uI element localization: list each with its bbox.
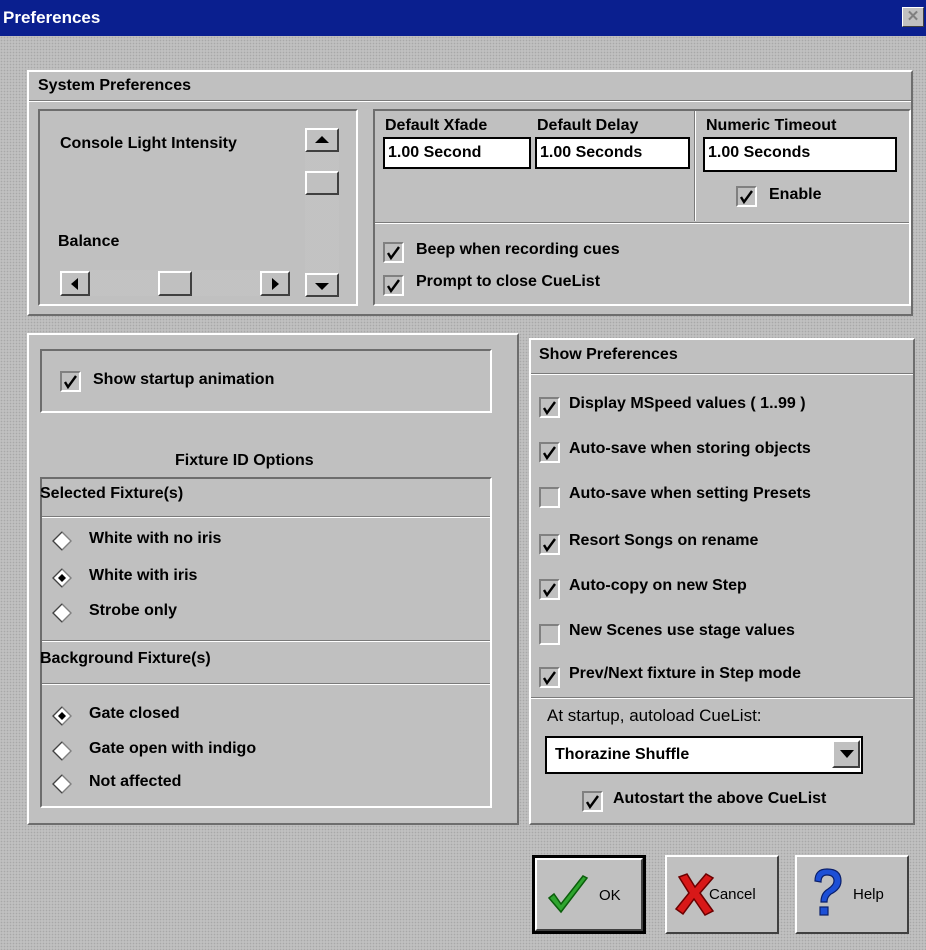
background-fixture-option-label: Gate closed (89, 705, 180, 722)
selected-fixture-radio[interactable] (52, 568, 72, 588)
cancel-label: Cancel (709, 886, 756, 903)
check-icon (386, 246, 400, 260)
selected-fixture-radio[interactable] (52, 603, 72, 623)
beep-label: Beep when recording cues (416, 241, 620, 258)
show-pref-checkbox[interactable] (539, 442, 560, 463)
checkmark-icon (547, 875, 589, 914)
console-light-scroll-thumb[interactable] (305, 171, 339, 195)
prompt-close-checkbox[interactable] (383, 275, 404, 296)
show-pref-checkbox[interactable] (539, 397, 560, 418)
autoload-dropdown-button[interactable] (832, 740, 860, 768)
show-pref-checkbox[interactable] (539, 667, 560, 688)
show-title-divider (531, 373, 913, 375)
balance-scroll-thumb[interactable] (158, 271, 192, 296)
check-icon (386, 279, 400, 293)
show-pref-label: Auto-copy on new Step (569, 577, 747, 594)
background-fixtures-title: Background Fixture(s) (40, 650, 211, 667)
selected-divider (42, 516, 490, 518)
show-startup-animation-checkbox[interactable] (60, 371, 81, 392)
ok-button[interactable]: OK (532, 855, 646, 934)
background-fixture-radio[interactable] (52, 774, 72, 794)
numeric-timeout-field[interactable]: 1.00 Seconds (703, 137, 897, 172)
default-delay-label: Default Delay (537, 117, 639, 134)
question-icon (814, 868, 842, 916)
check-icon (739, 190, 753, 204)
autoload-divider (531, 697, 913, 699)
preferences-window: Preferences ✕ System Preferences Console… (0, 0, 926, 950)
default-xfade-field[interactable]: 1.00 Second (383, 137, 531, 169)
autoload-label: At startup, autoload CueList: (547, 706, 762, 725)
title-bar: Preferences ✕ (0, 0, 926, 36)
show-pref-checkbox[interactable] (539, 534, 560, 555)
autostart-label: Autostart the above CueList (613, 790, 827, 807)
check-icon (542, 583, 556, 597)
check-icon (542, 538, 556, 552)
timeout-divider (694, 111, 696, 221)
fixture-id-panel (40, 477, 492, 808)
system-preferences-title: System Preferences (38, 77, 191, 94)
fixture-id-options-title: Fixture ID Options (175, 452, 314, 469)
check-icon (542, 671, 556, 685)
show-pref-label: Prev/Next fixture in Step mode (569, 665, 802, 682)
show-pref-label: Display MSpeed values ( 1..99 ) (569, 395, 806, 412)
prompt-close-label: Prompt to close CueList (416, 273, 601, 290)
scroll-up-button[interactable] (305, 128, 339, 152)
cancel-button[interactable]: Cancel (665, 855, 779, 934)
background-top-divider (42, 640, 490, 642)
show-pref-checkbox[interactable] (539, 487, 560, 508)
arrow-up-icon (315, 136, 329, 143)
check-icon (542, 446, 556, 460)
show-startup-animation-label: Show startup animation (93, 371, 275, 388)
selected-fixture-option-label: Strobe only (89, 602, 178, 619)
enable-label: Enable (769, 186, 822, 203)
arrow-down-icon (315, 283, 329, 290)
autoload-cuelist-select[interactable]: Thorazine Shuffle (545, 736, 863, 774)
scroll-down-button[interactable] (305, 273, 339, 297)
arrow-left-icon (71, 278, 78, 290)
help-button[interactable]: Help (795, 855, 909, 934)
enable-checkbox[interactable] (736, 186, 757, 207)
close-button[interactable]: ✕ (902, 7, 924, 27)
show-pref-checkbox[interactable] (539, 624, 560, 645)
arrow-right-icon (272, 278, 279, 290)
background-fixture-radio[interactable] (52, 706, 72, 726)
show-pref-label: Auto-save when storing objects (569, 440, 811, 457)
show-pref-label: New Scenes use stage values (569, 622, 795, 639)
balance-label: Balance (58, 233, 120, 250)
timing-divider (375, 222, 909, 224)
selected-fixtures-title: Selected Fixture(s) (40, 485, 184, 502)
background-divider (42, 683, 490, 685)
background-fixture-option-label: Not affected (89, 773, 182, 790)
autostart-checkbox[interactable] (582, 791, 603, 812)
autoload-cuelist-value: Thorazine Shuffle (555, 746, 690, 763)
show-pref-label: Resort Songs on rename (569, 532, 759, 549)
close-icon: ✕ (906, 8, 920, 25)
numeric-timeout-label: Numeric Timeout (706, 117, 837, 134)
background-fixture-radio[interactable] (52, 741, 72, 761)
scroll-left-button[interactable] (60, 271, 90, 296)
window-title: Preferences (3, 8, 101, 27)
check-icon (542, 401, 556, 415)
show-pref-checkbox[interactable] (539, 579, 560, 600)
check-icon (585, 795, 599, 809)
selected-fixture-radio[interactable] (52, 531, 72, 551)
default-delay-field[interactable]: 1.00 Seconds (535, 137, 690, 169)
check-icon (63, 375, 77, 389)
default-xfade-label: Default Xfade (385, 117, 488, 134)
selected-fixture-option-label: White with iris (89, 567, 198, 584)
scroll-right-button[interactable] (260, 271, 290, 296)
system-title-divider (29, 100, 911, 102)
selected-fixture-option-label: White with no iris (89, 530, 222, 547)
show-preferences-title: Show Preferences (539, 346, 678, 363)
beep-checkbox[interactable] (383, 242, 404, 263)
show-pref-label: Auto-save when setting Presets (569, 485, 811, 502)
help-label: Help (853, 886, 884, 903)
ok-label: OK (599, 887, 621, 904)
console-light-intensity-label: Console Light Intensity (60, 135, 237, 152)
background-fixture-option-label: Gate open with indigo (89, 740, 257, 757)
chevron-down-icon (840, 750, 854, 758)
